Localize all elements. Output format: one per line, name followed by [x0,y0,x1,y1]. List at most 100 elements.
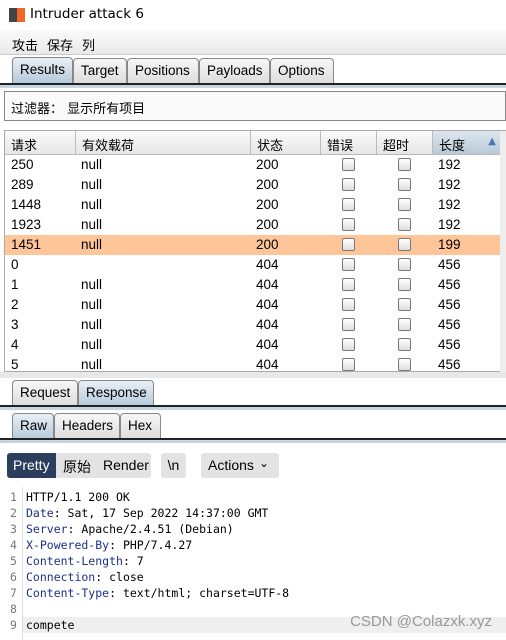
response-line: Date: Sat, 17 Sep 2022 14:37:00 GMT [26,506,268,520]
column-header-length-label: 长度 [439,139,466,154]
cell-payload: null [81,337,103,352]
cell-request: 2 [11,297,19,312]
header-value: : Sat, 17 Sep 2022 14:37:00 GMT [53,506,269,520]
column-header-request[interactable]: 请求 [5,131,76,155]
error-checkbox [342,318,355,331]
timeout-checkbox [398,178,411,191]
header-value: : 7 [122,554,144,568]
cell-request: 4 [11,337,19,352]
error-checkbox [342,238,355,251]
tab-response[interactable]: Response [78,380,154,406]
tab-results[interactable]: Results [12,57,73,83]
cell-length: 456 [438,317,461,332]
table-row[interactable]: 1448 null 200 192 [5,195,503,215]
error-checkbox [342,178,355,191]
cell-status: 404 [256,357,279,372]
table-row[interactable]: 2 null 404 456 [5,295,503,315]
cell-length: 192 [438,157,461,172]
menu-save[interactable]: 保存 [47,35,73,54]
cell-status: 200 [256,217,279,232]
error-checkbox [342,198,355,211]
cell-payload: null [81,157,103,172]
response-line: Content-Length: 7 [26,554,144,568]
cell-request: 5 [11,357,19,372]
burp-app-icon [9,8,25,22]
header-value: : Apache/2.4.51 (Debian) [67,522,234,536]
column-header-status[interactable]: 状态 [251,131,321,155]
tab-positions[interactable]: Positions [127,58,199,84]
header-value: : PHP/7.4.27 [109,538,193,552]
cell-payload: null [81,317,103,332]
table-row[interactable]: 0 404 456 [5,255,503,275]
response-line: X-Powered-By: PHP/7.4.27 [26,538,192,552]
error-checkbox [342,358,355,371]
header-value: : text/html; charset=UTF-8 [109,586,290,600]
table-row[interactable]: 250 null 200 192 [5,155,503,175]
tab-request[interactable]: Request [12,380,78,406]
tab-divider [0,83,506,88]
table-row[interactable]: 1923 null 200 192 [5,215,503,235]
timeout-checkbox [398,198,411,211]
cell-payload: null [81,237,103,252]
cell-status: 404 [256,297,279,312]
cell-request: 250 [11,157,34,172]
cell-request: 289 [11,177,34,192]
response-line: HTTP/1.1 200 OK [26,490,130,504]
header-name: Server [26,522,68,536]
column-header-payload[interactable]: 有效载荷 [76,131,251,155]
chevron-down-icon: ⌄ [259,456,270,470]
table-row[interactable]: 1 null 404 456 [5,275,503,295]
menu-columns[interactable]: 列 [82,35,95,54]
tab-divider [0,438,506,443]
column-header-length[interactable]: 长度 ▲ [433,131,503,155]
error-checkbox [342,258,355,271]
split-pane-divider[interactable] [0,372,506,378]
tab-divider [0,405,506,410]
actions-button[interactable]: Actions ⌄ [201,453,279,478]
filter-bar[interactable]: 过滤器： 显示所有项目 [4,91,506,121]
column-header-error[interactable]: 错误 [321,131,377,155]
cell-payload: null [81,357,103,372]
tab-options[interactable]: Options [270,58,334,84]
table-row[interactable]: 5 null 404 456 [5,355,503,372]
response-line: Connection: close [26,570,144,584]
cell-status: 404 [256,277,279,292]
line-number: 6 [10,570,17,584]
error-checkbox [342,298,355,311]
table-row[interactable]: 1451 null 200 199 [5,235,503,255]
line-number: 3 [10,522,17,536]
table-row[interactable]: 4 null 404 456 [5,335,503,355]
tab-hex[interactable]: Hex [120,413,161,439]
line-number: 7 [10,586,17,600]
cell-status: 200 [256,177,279,192]
title-bar: Intruder attack 6 [0,0,506,30]
cell-status: 200 [256,157,279,172]
header-name: Date [26,506,54,520]
pretty-button[interactable]: Pretty [7,453,56,478]
raw-button[interactable]: 原始 [63,457,91,477]
line-number: 4 [10,538,17,552]
actions-label: Actions [208,457,254,473]
tab-payloads[interactable]: Payloads [199,58,270,84]
line-number: 8 [10,602,17,616]
results-table: 请求 有效载荷 状态 错误 超时 长度 ▲ 250 null 200 192 289… [4,130,506,372]
newline-toggle-button[interactable]: \n [161,453,186,478]
cell-request: 3 [11,317,19,332]
table-row[interactable]: 289 null 200 192 [5,175,503,195]
timeout-checkbox [398,238,411,251]
tab-target[interactable]: Target [73,58,127,84]
menu-attack[interactable]: 攻击 [12,35,38,54]
render-button[interactable]: Render [103,457,149,473]
tab-raw[interactable]: Raw [12,413,54,439]
column-header-timeout[interactable]: 超时 [377,131,433,155]
header-name: Content-Type [26,586,110,600]
line-number: 5 [10,554,17,568]
watermark: CSDN @Colazxk.xyz [350,613,492,630]
table-scrollbar[interactable] [500,131,506,372]
table-row[interactable]: 3 null 404 456 [5,315,503,335]
cell-request: 1448 [11,197,42,212]
cell-length: 192 [438,217,461,232]
tab-headers[interactable]: Headers [54,413,120,439]
response-line: compete [26,618,74,632]
cell-length: 456 [438,297,461,312]
